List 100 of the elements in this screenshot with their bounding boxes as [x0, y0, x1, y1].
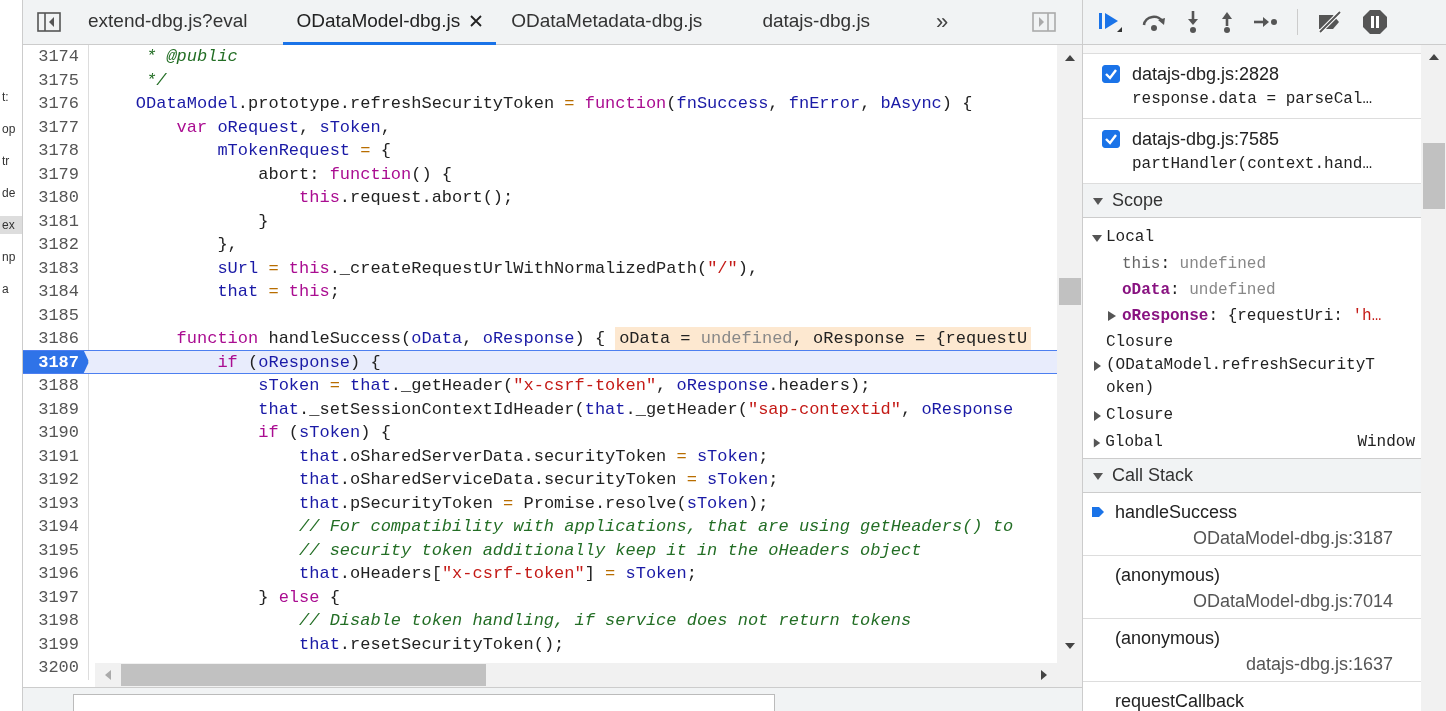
- code-line: if (oResponse) {: [216, 351, 381, 373]
- scope-value: Window: [1357, 432, 1415, 453]
- code-line: mTokenRequest = {: [216, 140, 391, 162]
- vertical-scrollbar[interactable]: [1057, 45, 1082, 687]
- scrollbar-thumb[interactable]: [121, 664, 486, 686]
- line-number: 3184: [23, 280, 89, 304]
- navigator-item[interactable]: a: [0, 280, 22, 298]
- navigator-item[interactable]: t:: [0, 88, 22, 106]
- expand-arrow-icon[interactable]: [1093, 470, 1103, 481]
- code-line: var oRequest, sToken,: [175, 116, 391, 139]
- function-name: requestCallback: [1115, 690, 1246, 711]
- line-number: 3182: [23, 233, 89, 257]
- line-number: 3194: [23, 515, 89, 539]
- sidebar-toggle-icon[interactable]: [1032, 12, 1056, 32]
- line-number: 3187: [23, 350, 89, 373]
- scroll-up-icon[interactable]: [1427, 53, 1440, 61]
- file-tab[interactable]: ODataModel-dbg.js: [282, 0, 497, 45]
- breakpoint-code: response.data = parseCal…: [1132, 89, 1373, 110]
- expand-arrow-icon[interactable]: [1092, 410, 1102, 421]
- navigator-item[interactable]: ex: [0, 216, 22, 234]
- file-tab[interactable]: extend-dbg.js?eval: [73, 0, 283, 45]
- scope-group[interactable]: Closure (ODataModel.refreshSecurityToken): [1106, 331, 1376, 400]
- sidebar-toggle-icon[interactable]: [37, 12, 61, 32]
- navigator-item[interactable]: de: [0, 184, 22, 202]
- resume-icon[interactable]: [1097, 10, 1123, 34]
- code-line: that = this;: [216, 281, 340, 303]
- code-line: }: [257, 210, 269, 233]
- step-into-icon[interactable]: [1185, 10, 1201, 34]
- scrollbar-thumb[interactable]: [1422, 143, 1445, 209]
- line-number: 3191: [23, 444, 89, 468]
- section-title: Scope: [1112, 190, 1164, 211]
- line-number: 3189: [23, 397, 89, 421]
- section-title: Call Stack: [1112, 465, 1194, 486]
- expand-arrow-icon[interactable]: [1092, 437, 1102, 448]
- line-number: 3180: [23, 186, 89, 210]
- expand-arrow-icon[interactable]: [1107, 311, 1116, 321]
- vertical-scrollbar[interactable]: [1421, 45, 1446, 711]
- line-number: 3200: [23, 656, 89, 680]
- frame-location[interactable]: ODataModel-dbg.js:7014: [1192, 588, 1393, 614]
- scope-variable: oResponse: {requestUri: 'h…: [1122, 306, 1382, 327]
- code-line: // Disable token handling, if service does not return tokens: [298, 610, 912, 632]
- section-header[interactable]: Call Stack: [1083, 459, 1421, 493]
- function-name: (anonymous): [1115, 627, 1222, 650]
- code-line: that.oSharedServerData.securityToken = sToken;: [298, 445, 769, 468]
- step-out-icon[interactable]: [1219, 10, 1235, 34]
- line-number: 3185: [23, 303, 89, 327]
- file-tab[interactable]: ODataMetadata-dbg.js: [496, 0, 718, 45]
- search-field[interactable]: [73, 694, 775, 711]
- step-icon[interactable]: [1253, 14, 1279, 30]
- scope-group[interactable]: Global: [1105, 431, 1354, 454]
- scrollbar-thumb[interactable]: [1058, 278, 1081, 305]
- line-number: 3199: [23, 632, 89, 656]
- section-header[interactable]: Scope: [1083, 184, 1421, 218]
- checkbox[interactable]: [1102, 130, 1120, 148]
- navigator-item[interactable]: op: [0, 120, 22, 138]
- deactivate-breakpoints-icon[interactable]: [1316, 10, 1344, 34]
- code-line: },: [216, 234, 238, 256]
- navigator-item[interactable]: np: [0, 248, 22, 266]
- scroll-up-icon[interactable]: [1063, 53, 1076, 63]
- code-line: that.oHeaders["x-csrf-token"] = sToken;: [298, 563, 697, 585]
- function-name: (anonymous): [1115, 564, 1222, 587]
- navigator-item[interactable]: tr: [0, 152, 22, 170]
- line-number: 3197: [23, 585, 89, 609]
- scope-variable: this: undefined: [1122, 254, 1267, 275]
- line-number: 3188: [23, 374, 89, 398]
- close-icon[interactable]: [470, 14, 483, 27]
- line-number: 3175: [23, 68, 89, 92]
- code-line: // security token additionally keep it in the oHeaders object: [298, 539, 922, 562]
- line-number: 3190: [23, 421, 89, 445]
- expand-arrow-icon[interactable]: [1093, 195, 1103, 206]
- frame-location[interactable]: datajs-dbg.js:1637: [1245, 651, 1393, 677]
- scope-group[interactable]: Closure: [1106, 404, 1376, 427]
- line-number: 3176: [23, 92, 89, 116]
- inline-value: oData = undefined, oResponse = {requestU: [615, 327, 1032, 350]
- scope-group[interactable]: Local: [1106, 226, 1376, 249]
- line-number: 3183: [23, 256, 89, 280]
- expand-arrow-icon[interactable]: [1092, 360, 1102, 371]
- scope-variable: oData: undefined: [1122, 280, 1276, 301]
- code-line: sToken = that._getHeader("x-csrf-token", oResponse.headers);: [257, 375, 871, 397]
- breakpoint-location[interactable]: datajs-dbg.js:2828: [1132, 63, 1373, 86]
- code-line: * @public: [145, 46, 238, 68]
- frame-location[interactable]: ODataModel-dbg.js:3187: [1192, 525, 1393, 551]
- code-line: that.oSharedServiceData.securityToken = sToken;: [298, 469, 779, 491]
- scroll-down-icon[interactable]: [1063, 641, 1076, 651]
- checkbox[interactable]: [1102, 65, 1120, 83]
- line-number: 3177: [23, 115, 89, 139]
- code-line: ODataModel.prototype.refreshSecurityToken = function(fnSuccess, fnError, bAsync) {: [134, 93, 973, 115]
- breakpoint-location[interactable]: datajs-dbg.js:7585: [1132, 128, 1373, 151]
- more-tabs-button[interactable]: »: [930, 9, 955, 35]
- expand-arrow-icon[interactable]: [1092, 232, 1102, 243]
- code-line: this.request.abort();: [298, 187, 514, 209]
- line-number: 3196: [23, 562, 89, 586]
- code-line: abort: function() {: [257, 163, 453, 186]
- file-tab[interactable]: datajs-dbg.js: [717, 0, 901, 45]
- line-number: 3195: [23, 538, 89, 562]
- scroll-right-icon[interactable]: [1039, 669, 1049, 681]
- line-number: 3178: [23, 139, 89, 163]
- code-line: that.resetSecurityToken();: [298, 633, 565, 656]
- pause-on-exceptions-icon[interactable]: [1362, 9, 1388, 35]
- horizontal-scrollbar[interactable]: [95, 663, 1057, 687]
